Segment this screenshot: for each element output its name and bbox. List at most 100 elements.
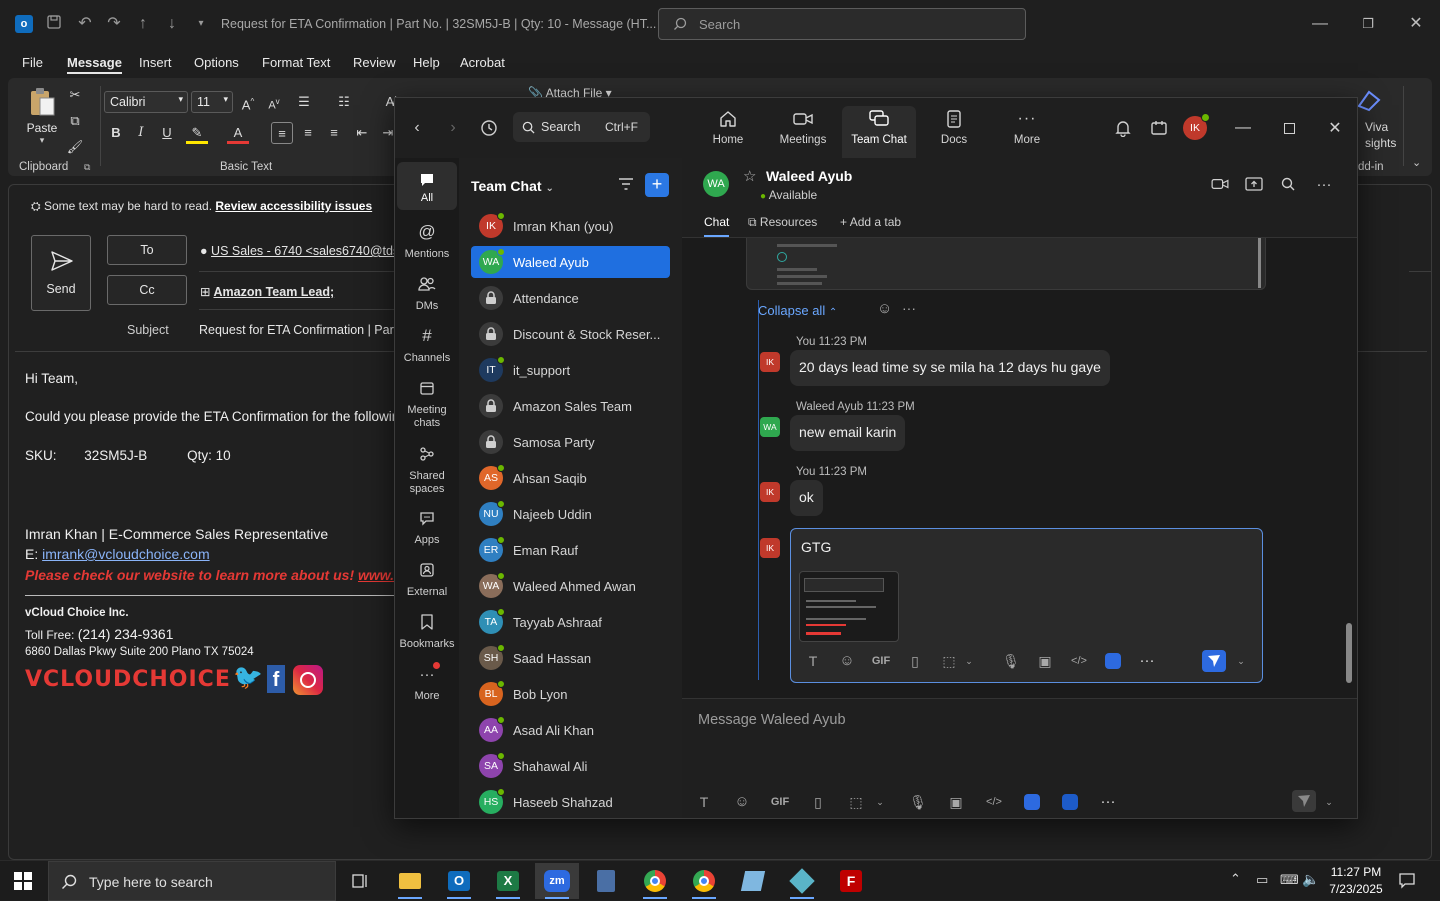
chat-more-icon[interactable]: ··· <box>1312 172 1336 196</box>
format-icon[interactable]: T <box>694 792 714 812</box>
grow-font-icon[interactable]: A^ <box>237 91 259 113</box>
message-bubble[interactable]: 20 days lead time sy se mila ha 12 days … <box>790 350 1110 386</box>
facebook-icon[interactable]: f <box>267 665 285 693</box>
code-icon[interactable]: </> <box>1069 651 1089 671</box>
chat-list-item[interactable]: NU Najeeb Uddin <box>471 498 670 530</box>
format-painter-icon[interactable]: 🖌 <box>64 136 86 158</box>
calculator-icon[interactable] <box>584 863 628 899</box>
outlook-search-input[interactable]: Search <box>658 8 1026 40</box>
vpn-icon[interactable] <box>780 863 824 899</box>
thread-more-icon[interactable]: ··· <box>902 300 916 316</box>
send-message-disabled-button[interactable] <box>1292 790 1316 812</box>
bullets-icon[interactable]: ☰ <box>293 91 315 113</box>
zoom-scheduler-icon[interactable] <box>1060 792 1080 812</box>
chat-list-item[interactable]: TA Tayyab Ashraaf <box>471 606 670 638</box>
bold-icon[interactable]: B <box>105 122 127 144</box>
send-message-button[interactable] <box>1202 650 1226 672</box>
previous-attachment[interactable] <box>746 238 1266 290</box>
notifications-icon[interactable] <box>1111 116 1135 140</box>
taskbar-search-input[interactable]: Type here to search <box>48 861 336 901</box>
network-alert-icon[interactable]: ▭ <box>1256 872 1268 888</box>
to-recipient[interactable]: ● US Sales - 6740 <sales6740@tdsyn <box>200 244 412 258</box>
gif-icon[interactable]: GIF <box>770 792 790 812</box>
file-icon[interactable]: ▯ <box>808 792 828 812</box>
copy-icon[interactable]: ⧉ <box>64 110 86 132</box>
paste-button[interactable]: Paste ▾ <box>22 84 62 150</box>
menu-help[interactable]: Help <box>413 55 440 70</box>
chat-list-item[interactable]: BL Bob Lyon <box>471 678 670 710</box>
numbering-icon[interactable]: ☷ <box>333 91 355 113</box>
task-view-icon[interactable] <box>338 863 382 899</box>
send-button[interactable]: Send <box>31 235 91 311</box>
twitter-icon[interactable]: 🐦 <box>233 663 263 692</box>
chat-avatar[interactable]: WA <box>703 171 729 197</box>
save-icon[interactable] <box>46 14 66 34</box>
screenshot-dropdown-icon[interactable]: ⌄ <box>870 792 890 812</box>
subject-input[interactable]: Request for ETA Confirmation | Part N <box>199 323 410 337</box>
file-icon[interactable]: ▯ <box>905 651 925 671</box>
menu-acrobat[interactable]: Acrobat <box>460 55 505 70</box>
video-message-icon[interactable]: ▣ <box>1035 651 1055 671</box>
chat-list-item[interactable]: Samosa Party <box>471 426 670 458</box>
chat-list-item[interactable]: SA Shahawal Ali <box>471 750 670 782</box>
zoom-app-icon[interactable] <box>1022 792 1042 812</box>
menu-options[interactable]: Options <box>194 55 239 70</box>
undo-icon[interactable]: ↶ <box>75 14 95 34</box>
message-avatar[interactable]: IK <box>760 352 780 372</box>
volume-icon[interactable]: 🔈 <box>1302 871 1319 888</box>
teams-search-input[interactable]: Search Ctrl+F <box>513 112 650 142</box>
notepad-icon[interactable] <box>731 863 775 899</box>
chat-list-item[interactable]: Attendance <box>471 282 670 314</box>
favorite-star-icon[interactable]: ☆ <box>743 167 756 185</box>
chat-list-item[interactable]: IT it_support <box>471 354 670 386</box>
screenshot-icon[interactable]: ⬚ <box>846 792 866 812</box>
rail-more[interactable]: ··· More <box>397 662 457 703</box>
font-size-select[interactable]: 11 ▾ <box>191 91 233 113</box>
chat-list-item[interactable]: WA Waleed Ayub <box>471 246 670 278</box>
chrome-profile-icon[interactable] <box>682 863 726 899</box>
align-right-icon[interactable]: ≡ <box>323 122 345 144</box>
nav-team-chat[interactable]: Team Chat <box>842 106 916 158</box>
website-link[interactable]: www. <box>358 567 394 583</box>
new-chat-button[interactable]: + <box>645 173 669 197</box>
excel-icon[interactable]: X <box>486 863 530 899</box>
microphone-icon[interactable]: 🎙 <box>908 792 928 812</box>
nav-meetings[interactable]: Meetings <box>766 106 840 158</box>
chat-list-item[interactable]: HS Haseeb Shahzad <box>471 786 670 818</box>
code-icon[interactable]: </> <box>984 792 1004 812</box>
menu-insert[interactable]: Insert <box>139 55 172 70</box>
zoom-taskbar-icon[interactable]: zm <box>535 863 579 899</box>
emoji-icon[interactable]: ☺ <box>732 792 752 812</box>
chat-list-item[interactable]: SH Saad Hassan <box>471 642 670 674</box>
network-icon[interactable]: ⌨ <box>1280 872 1299 888</box>
history-icon[interactable] <box>477 116 501 140</box>
chat-scrollbar[interactable] <box>1346 623 1352 683</box>
filezilla-icon[interactable]: F <box>829 863 873 899</box>
microphone-icon[interactable]: 🎙 <box>1001 651 1021 671</box>
send-options-icon[interactable]: ⌄ <box>1319 792 1339 812</box>
close-icon[interactable]: ✕ <box>1404 12 1428 36</box>
show-hidden-icons[interactable]: ⌃ <box>1230 871 1241 887</box>
format-icon[interactable]: T <box>803 651 823 671</box>
restore-icon[interactable]: ❐ <box>1356 12 1380 36</box>
italic-icon[interactable]: I <box>130 122 152 144</box>
rail-dms[interactable]: DMs <box>397 272 457 313</box>
notification-center-icon[interactable] <box>1398 871 1416 889</box>
tab-chat[interactable]: Chat <box>704 215 730 237</box>
chat-list-item[interactable]: WA Waleed Ahmed Awan <box>471 570 670 602</box>
message-input[interactable]: Message Waleed Ayub T ☺ GIF ▯ ⬚ ⌄ 🎙 ▣ </… <box>682 698 1357 818</box>
clipboard-launcher-icon[interactable]: ⧉ <box>84 162 90 173</box>
screenshot-dropdown-icon[interactable]: ⌄ <box>959 651 979 671</box>
minimize-icon[interactable]: — <box>1308 12 1332 36</box>
nav-docs[interactable]: Docs <box>917 106 991 158</box>
rail-shared-spaces[interactable]: Shared spaces <box>397 442 457 496</box>
underline-icon[interactable]: U <box>156 122 178 144</box>
teams-minimize-icon[interactable]: — <box>1231 116 1255 140</box>
cut-icon[interactable]: ✂ <box>64 84 86 106</box>
customize-toolbar-icon[interactable]: ▾ <box>191 14 211 34</box>
rail-external[interactable]: External <box>397 558 457 599</box>
message-avatar[interactable]: WA <box>760 417 780 437</box>
file-explorer-icon[interactable] <box>388 863 432 899</box>
shrink-font-icon[interactable]: Av <box>263 91 285 113</box>
rail-meeting-chats[interactable]: Meeting chats <box>397 376 457 430</box>
